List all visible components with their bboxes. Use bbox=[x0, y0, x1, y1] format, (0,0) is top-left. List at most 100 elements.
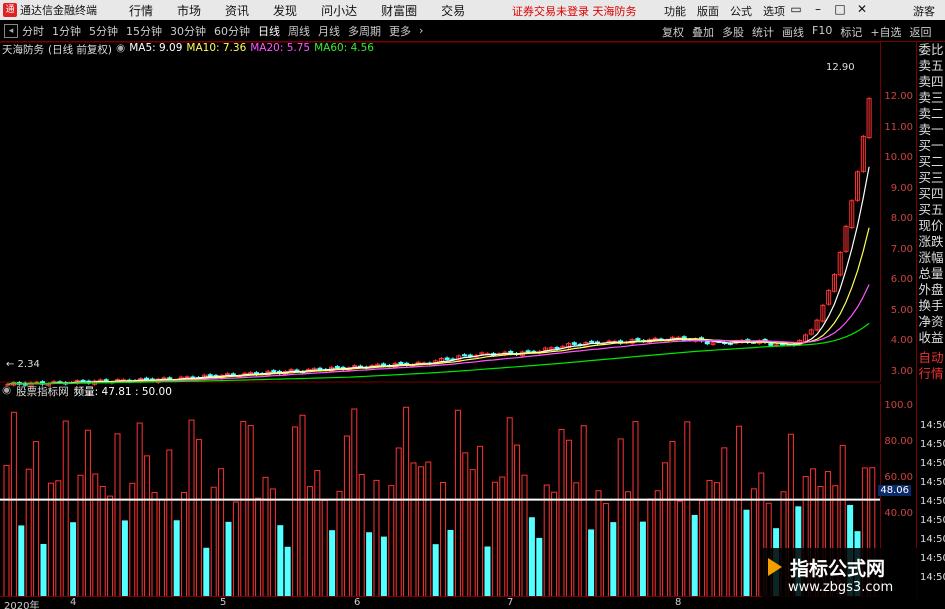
volume-bar bbox=[499, 476, 506, 597]
volume-bar bbox=[676, 500, 683, 597]
side-panel-item: 卖二 bbox=[918, 106, 944, 121]
volume-bar bbox=[380, 536, 387, 597]
menu-item-wealth[interactable]: 财富圈 bbox=[381, 2, 417, 19]
volume-bar bbox=[262, 476, 269, 597]
volume-bar bbox=[3, 464, 10, 597]
time-axis-label: 6 bbox=[354, 597, 361, 608]
right-menu: 功能 版面 公式 选项 bbox=[664, 3, 796, 19]
minimize-icon[interactable]: – bbox=[807, 2, 829, 16]
period-multi[interactable]: 多周期 bbox=[348, 23, 381, 39]
tick-time-label: 14:50 bbox=[920, 420, 945, 431]
volume-bar bbox=[40, 543, 47, 597]
candle-body bbox=[467, 354, 473, 357]
volume-bar bbox=[721, 447, 728, 597]
volume-bar bbox=[551, 491, 558, 597]
menu-item-trade[interactable]: 交易 bbox=[441, 2, 465, 19]
tick-time-label: 14:50 bbox=[920, 515, 945, 526]
volume-bar bbox=[454, 409, 461, 597]
volume-bar bbox=[617, 438, 624, 597]
menu-item-market[interactable]: 市场 bbox=[177, 2, 201, 19]
menu-item-options[interactable]: 选项 bbox=[763, 3, 785, 19]
menu-item-quotes[interactable]: 行情 bbox=[129, 2, 153, 19]
volume-bar bbox=[625, 491, 632, 597]
period-1min[interactable]: 1分钟 bbox=[52, 23, 81, 39]
volume-bar bbox=[366, 532, 373, 597]
period-tick[interactable]: 分时 bbox=[22, 23, 44, 39]
watermark: 指标公式网 www.zbgs3.com bbox=[762, 548, 932, 603]
price-axis-label: 5.00 bbox=[890, 304, 913, 316]
toolbar-right: 复权 叠加 多股 统计 画线 F10 标记 +自选 返回 bbox=[662, 24, 940, 40]
btn-multi-stock[interactable]: 多股 bbox=[722, 24, 744, 40]
volume-bar bbox=[543, 484, 550, 597]
period-5min[interactable]: 5分钟 bbox=[89, 23, 118, 39]
candle-body bbox=[225, 373, 231, 376]
menu-item-layout[interactable]: 版面 bbox=[697, 3, 719, 19]
volume-bar bbox=[210, 486, 217, 597]
volume-bar bbox=[55, 480, 62, 597]
time-axis-label: 5 bbox=[220, 597, 227, 608]
watermark-title: 指标公式网 bbox=[790, 558, 886, 580]
side-panel-item: 收益 bbox=[918, 330, 944, 345]
price-axis-label: 7.00 bbox=[890, 243, 913, 255]
volume-bar bbox=[632, 421, 639, 597]
main-menu: 行情 市场 资讯 发现 问小达 财富圈 交易 bbox=[117, 2, 477, 19]
volume-bar bbox=[417, 466, 424, 597]
period-15min[interactable]: 15分钟 bbox=[126, 23, 162, 39]
btn-mark[interactable]: 标记 bbox=[840, 24, 862, 40]
close-icon[interactable]: ✕ bbox=[851, 2, 873, 16]
volume-bar bbox=[18, 525, 25, 597]
side-panel-item: 净资 bbox=[918, 314, 944, 329]
btn-return[interactable]: 返回 bbox=[910, 24, 932, 40]
price-axis-label: 10.00 bbox=[884, 152, 913, 164]
side-panel-item[interactable]: 行情 bbox=[917, 366, 945, 382]
kline-chart[interactable]: 12.90 ← 2.34 bbox=[0, 42, 880, 597]
side-panel-item[interactable]: 自动 bbox=[917, 350, 945, 366]
volume-bar bbox=[247, 425, 254, 597]
period-60min[interactable]: 60分钟 bbox=[214, 23, 250, 39]
btn-f10[interactable]: F10 bbox=[812, 24, 832, 40]
volume-bar bbox=[195, 438, 202, 597]
candle-body bbox=[161, 377, 167, 380]
tick-time-label: 14:50 bbox=[920, 572, 945, 583]
side-panel-item: 买一 bbox=[918, 138, 944, 153]
period-weekly[interactable]: 周线 bbox=[288, 23, 310, 39]
period-daily[interactable]: 日线 bbox=[258, 23, 280, 39]
volume-bar bbox=[506, 417, 513, 597]
indicator-settings-icon[interactable]: ◉ bbox=[2, 384, 11, 399]
menu-item-function[interactable]: 功能 bbox=[664, 3, 686, 19]
volume-bar bbox=[107, 495, 114, 597]
price-high-label: 12.90 bbox=[826, 62, 855, 73]
btn-add-watchlist[interactable]: +自选 bbox=[870, 24, 901, 40]
side-panel-item: 卖三 bbox=[918, 90, 944, 105]
period-30min[interactable]: 30分钟 bbox=[170, 23, 206, 39]
login-warning[interactable]: 证券交易未登录 天海防务 bbox=[512, 3, 637, 19]
btn-stats[interactable]: 统计 bbox=[752, 24, 774, 40]
menu-item-formula[interactable]: 公式 bbox=[730, 3, 752, 19]
guest-label[interactable]: 游客 bbox=[913, 3, 935, 19]
back-icon[interactable]: ◂ bbox=[4, 23, 18, 38]
tick-time-label: 14:50 bbox=[920, 553, 945, 564]
menu-item-news[interactable]: 资讯 bbox=[225, 2, 249, 19]
volume-bar bbox=[528, 517, 535, 597]
menu-item-discover[interactable]: 发现 bbox=[273, 2, 297, 19]
candle-body bbox=[525, 350, 531, 353]
chevron-right-icon[interactable]: › bbox=[419, 24, 423, 37]
menu-item-ask[interactable]: 问小达 bbox=[321, 2, 357, 19]
side-panel-item: 买四 bbox=[918, 186, 944, 201]
volume-bar bbox=[410, 462, 417, 597]
side-panel-item: 换手 bbox=[918, 298, 944, 313]
maximize-icon[interactable]: □ bbox=[829, 2, 851, 16]
btn-overlay[interactable]: 叠加 bbox=[692, 24, 714, 40]
volume-bar bbox=[691, 514, 698, 597]
volume-bar bbox=[92, 473, 99, 597]
tick-time-label: 14:50 bbox=[920, 439, 945, 450]
btn-draw[interactable]: 画线 bbox=[782, 24, 804, 40]
period-more[interactable]: 更多 bbox=[389, 23, 411, 39]
volume-bar bbox=[639, 521, 646, 597]
period-monthly[interactable]: 月线 bbox=[318, 23, 340, 39]
restore-icon[interactable]: ▭ bbox=[785, 2, 807, 16]
volume-bar bbox=[329, 530, 336, 597]
btn-adjust[interactable]: 复权 bbox=[662, 24, 684, 40]
volume-bar bbox=[284, 546, 291, 597]
ma5-line bbox=[7, 166, 870, 385]
